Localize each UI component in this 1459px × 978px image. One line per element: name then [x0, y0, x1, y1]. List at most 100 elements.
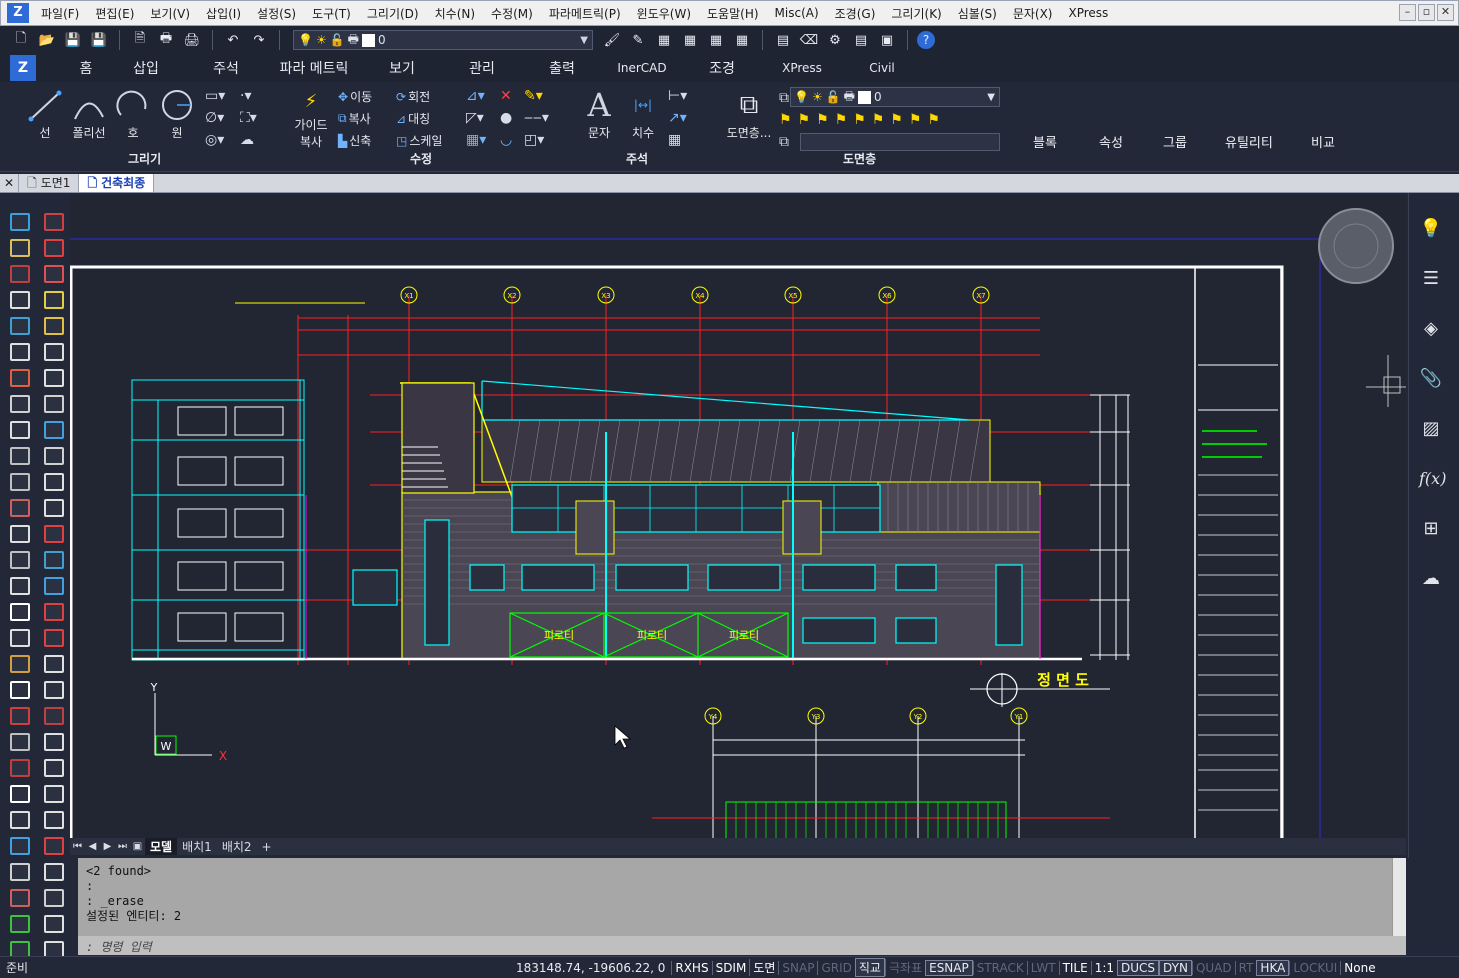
- menu-window[interactable]: 윈도우(W): [629, 5, 699, 22]
- tool-button-icon[interactable]: [44, 811, 64, 829]
- status-toggle-none[interactable]: None: [1340, 960, 1378, 975]
- point-icon[interactable]: ·▾: [240, 88, 251, 104]
- status-toggle-rxhs[interactable]: RXHS: [671, 960, 711, 975]
- menu-file[interactable]: 파일(F): [33, 5, 87, 22]
- menu-symbol[interactable]: 심볼(S): [950, 5, 1005, 22]
- text-button[interactable]: A 문자: [576, 86, 622, 141]
- draworder-icon[interactable]: ◰▾: [524, 132, 544, 148]
- tool-button-icon[interactable]: [44, 863, 64, 881]
- tool-button-icon[interactable]: [44, 733, 64, 751]
- tab-home[interactable]: 홈: [66, 58, 106, 78]
- tab-add[interactable]: +: [257, 840, 277, 854]
- region-icon[interactable]: ◎▾: [205, 132, 224, 148]
- hatch-pattern-icon[interactable]: ▨: [1419, 417, 1443, 441]
- tool-button-icon[interactable]: [10, 733, 30, 751]
- status-toggle-esnap[interactable]: ESNAP: [925, 959, 973, 976]
- layer-match-icon[interactable]: ⧉: [779, 134, 789, 150]
- tool-button-icon[interactable]: [10, 265, 30, 283]
- match-properties-icon[interactable]: 🖌: [601, 29, 623, 51]
- menu-tools[interactable]: 도구(T): [304, 5, 359, 22]
- spline-icon[interactable]: ∅▾: [205, 110, 224, 126]
- tool-button-icon[interactable]: [10, 811, 30, 829]
- tool-button-icon[interactable]: [10, 421, 30, 439]
- tool-button-icon[interactable]: [44, 473, 64, 491]
- doc-tab-architecture-final[interactable]: 🗋 건축최종: [79, 174, 155, 192]
- ribbon-layer-dropdown[interactable]: 💡 ☀ 🔓 🖶 0 ▼: [790, 87, 1000, 107]
- new-file-icon[interactable]: 🗋: [10, 29, 32, 51]
- tool-button-icon[interactable]: [44, 577, 64, 595]
- tool-button-icon[interactable]: [10, 291, 30, 309]
- drawing-canvas[interactable]: X1 X2 X3 X4 X5 X6 X7 피로티 피로티 피로티 정 면 도 Y…: [70, 195, 1406, 839]
- tool-button-icon[interactable]: [44, 707, 64, 725]
- select-icon[interactable]: ▦: [653, 29, 675, 51]
- menu-settings[interactable]: 설정(S): [249, 5, 304, 22]
- tool-button-icon[interactable]: [44, 915, 64, 933]
- status-toggle-grid[interactable]: GRID: [817, 960, 854, 975]
- help-icon[interactable]: ?: [917, 31, 935, 49]
- tool-button-icon[interactable]: [44, 551, 64, 569]
- tool-button-icon[interactable]: [44, 525, 64, 543]
- status-toggle-strack[interactable]: STRACK: [972, 960, 1027, 975]
- status-toggle-quad[interactable]: QUAD: [1191, 960, 1235, 975]
- copy-button[interactable]: ⧉ 복사: [338, 110, 371, 127]
- plot-preview-icon[interactable]: 🗎: [129, 29, 151, 51]
- tool-button-icon[interactable]: [44, 291, 64, 309]
- status-toggle-11[interactable]: 1:1: [1090, 960, 1117, 975]
- status-toggle-tile[interactable]: TILE: [1058, 960, 1091, 975]
- tool-button-icon[interactable]: [10, 837, 30, 855]
- table-icon[interactable]: ▤: [850, 29, 872, 51]
- next-tab-icon[interactable]: ▶: [100, 841, 115, 852]
- group-group[interactable]: 그룹: [1163, 132, 1187, 151]
- settings-gear-icon[interactable]: ⚙: [824, 29, 846, 51]
- tab-parametric[interactable]: 파라 메트릭: [266, 58, 362, 78]
- tab-xpress[interactable]: XPress: [762, 61, 842, 75]
- tool-button-icon[interactable]: [44, 317, 64, 335]
- tab-layout1[interactable]: 배치1: [177, 838, 217, 855]
- command-input[interactable]: : 명령 입력: [78, 936, 1406, 955]
- block-group[interactable]: 블록: [1033, 132, 1057, 151]
- tab-civil[interactable]: Civil: [842, 61, 922, 75]
- tool-button-icon[interactable]: [44, 681, 64, 699]
- tool-button-icon[interactable]: [10, 473, 30, 491]
- status-toggle-dyn[interactable]: DYN: [1159, 959, 1192, 976]
- menu-draw-k[interactable]: 그리기(K): [883, 5, 949, 22]
- tool-button-icon[interactable]: [10, 603, 30, 621]
- tool-button-icon[interactable]: [44, 369, 64, 387]
- tab-view[interactable]: 보기: [362, 58, 442, 78]
- explode-icon[interactable]: ●: [500, 110, 512, 126]
- save-icon[interactable]: 💾: [62, 29, 84, 51]
- tool-button-icon[interactable]: [44, 343, 64, 361]
- tool-button-icon[interactable]: [10, 681, 30, 699]
- layer-tools-icon[interactable]: ⚑⚑⚑⚑⚑⚑⚑⚑⚑: [779, 112, 946, 128]
- tool-button-icon[interactable]: [10, 889, 30, 907]
- tool-button-icon[interactable]: [44, 759, 64, 777]
- compare-group[interactable]: 비교: [1311, 132, 1335, 151]
- tool-button-icon[interactable]: [44, 265, 64, 283]
- tab-annotate[interactable]: 주석: [186, 58, 266, 78]
- tab-output[interactable]: 출력: [522, 58, 602, 78]
- tool-button-icon[interactable]: [44, 421, 64, 439]
- join-icon[interactable]: ‒‒▾: [524, 110, 549, 126]
- tool-button-icon[interactable]: [10, 343, 30, 361]
- open-file-icon[interactable]: 📂: [36, 29, 58, 51]
- tool-button-icon[interactable]: [10, 525, 30, 543]
- minimize-button[interactable]: –: [1399, 4, 1416, 21]
- cloud-upload-icon[interactable]: ☁: [1419, 567, 1443, 591]
- layer-filter-dropdown[interactable]: [800, 133, 1000, 151]
- tool-button-icon[interactable]: [10, 317, 30, 335]
- mleader-icon[interactable]: ↗▾: [668, 110, 687, 126]
- menu-insert[interactable]: 삽입(I): [198, 5, 249, 22]
- tool-button-icon[interactable]: [10, 863, 30, 881]
- tool-button-icon[interactable]: [10, 395, 30, 413]
- hatch-icon[interactable]: ⛶▾: [240, 110, 257, 126]
- rectangle-icon[interactable]: ▭▾: [205, 88, 225, 104]
- status-toggle-6[interactable]: 극좌표: [884, 959, 925, 976]
- redo-icon[interactable]: ↷: [248, 29, 270, 51]
- revcloud-icon[interactable]: ☁: [240, 132, 254, 148]
- status-toggle-2[interactable]: 도면: [749, 959, 778, 976]
- tool-button-icon[interactable]: [44, 655, 64, 673]
- tool-button-icon[interactable]: [44, 837, 64, 855]
- eraser-icon[interactable]: ⌫: [798, 29, 820, 51]
- menu-edit[interactable]: 편집(E): [87, 5, 142, 22]
- print-icon[interactable]: 🖨: [181, 29, 203, 51]
